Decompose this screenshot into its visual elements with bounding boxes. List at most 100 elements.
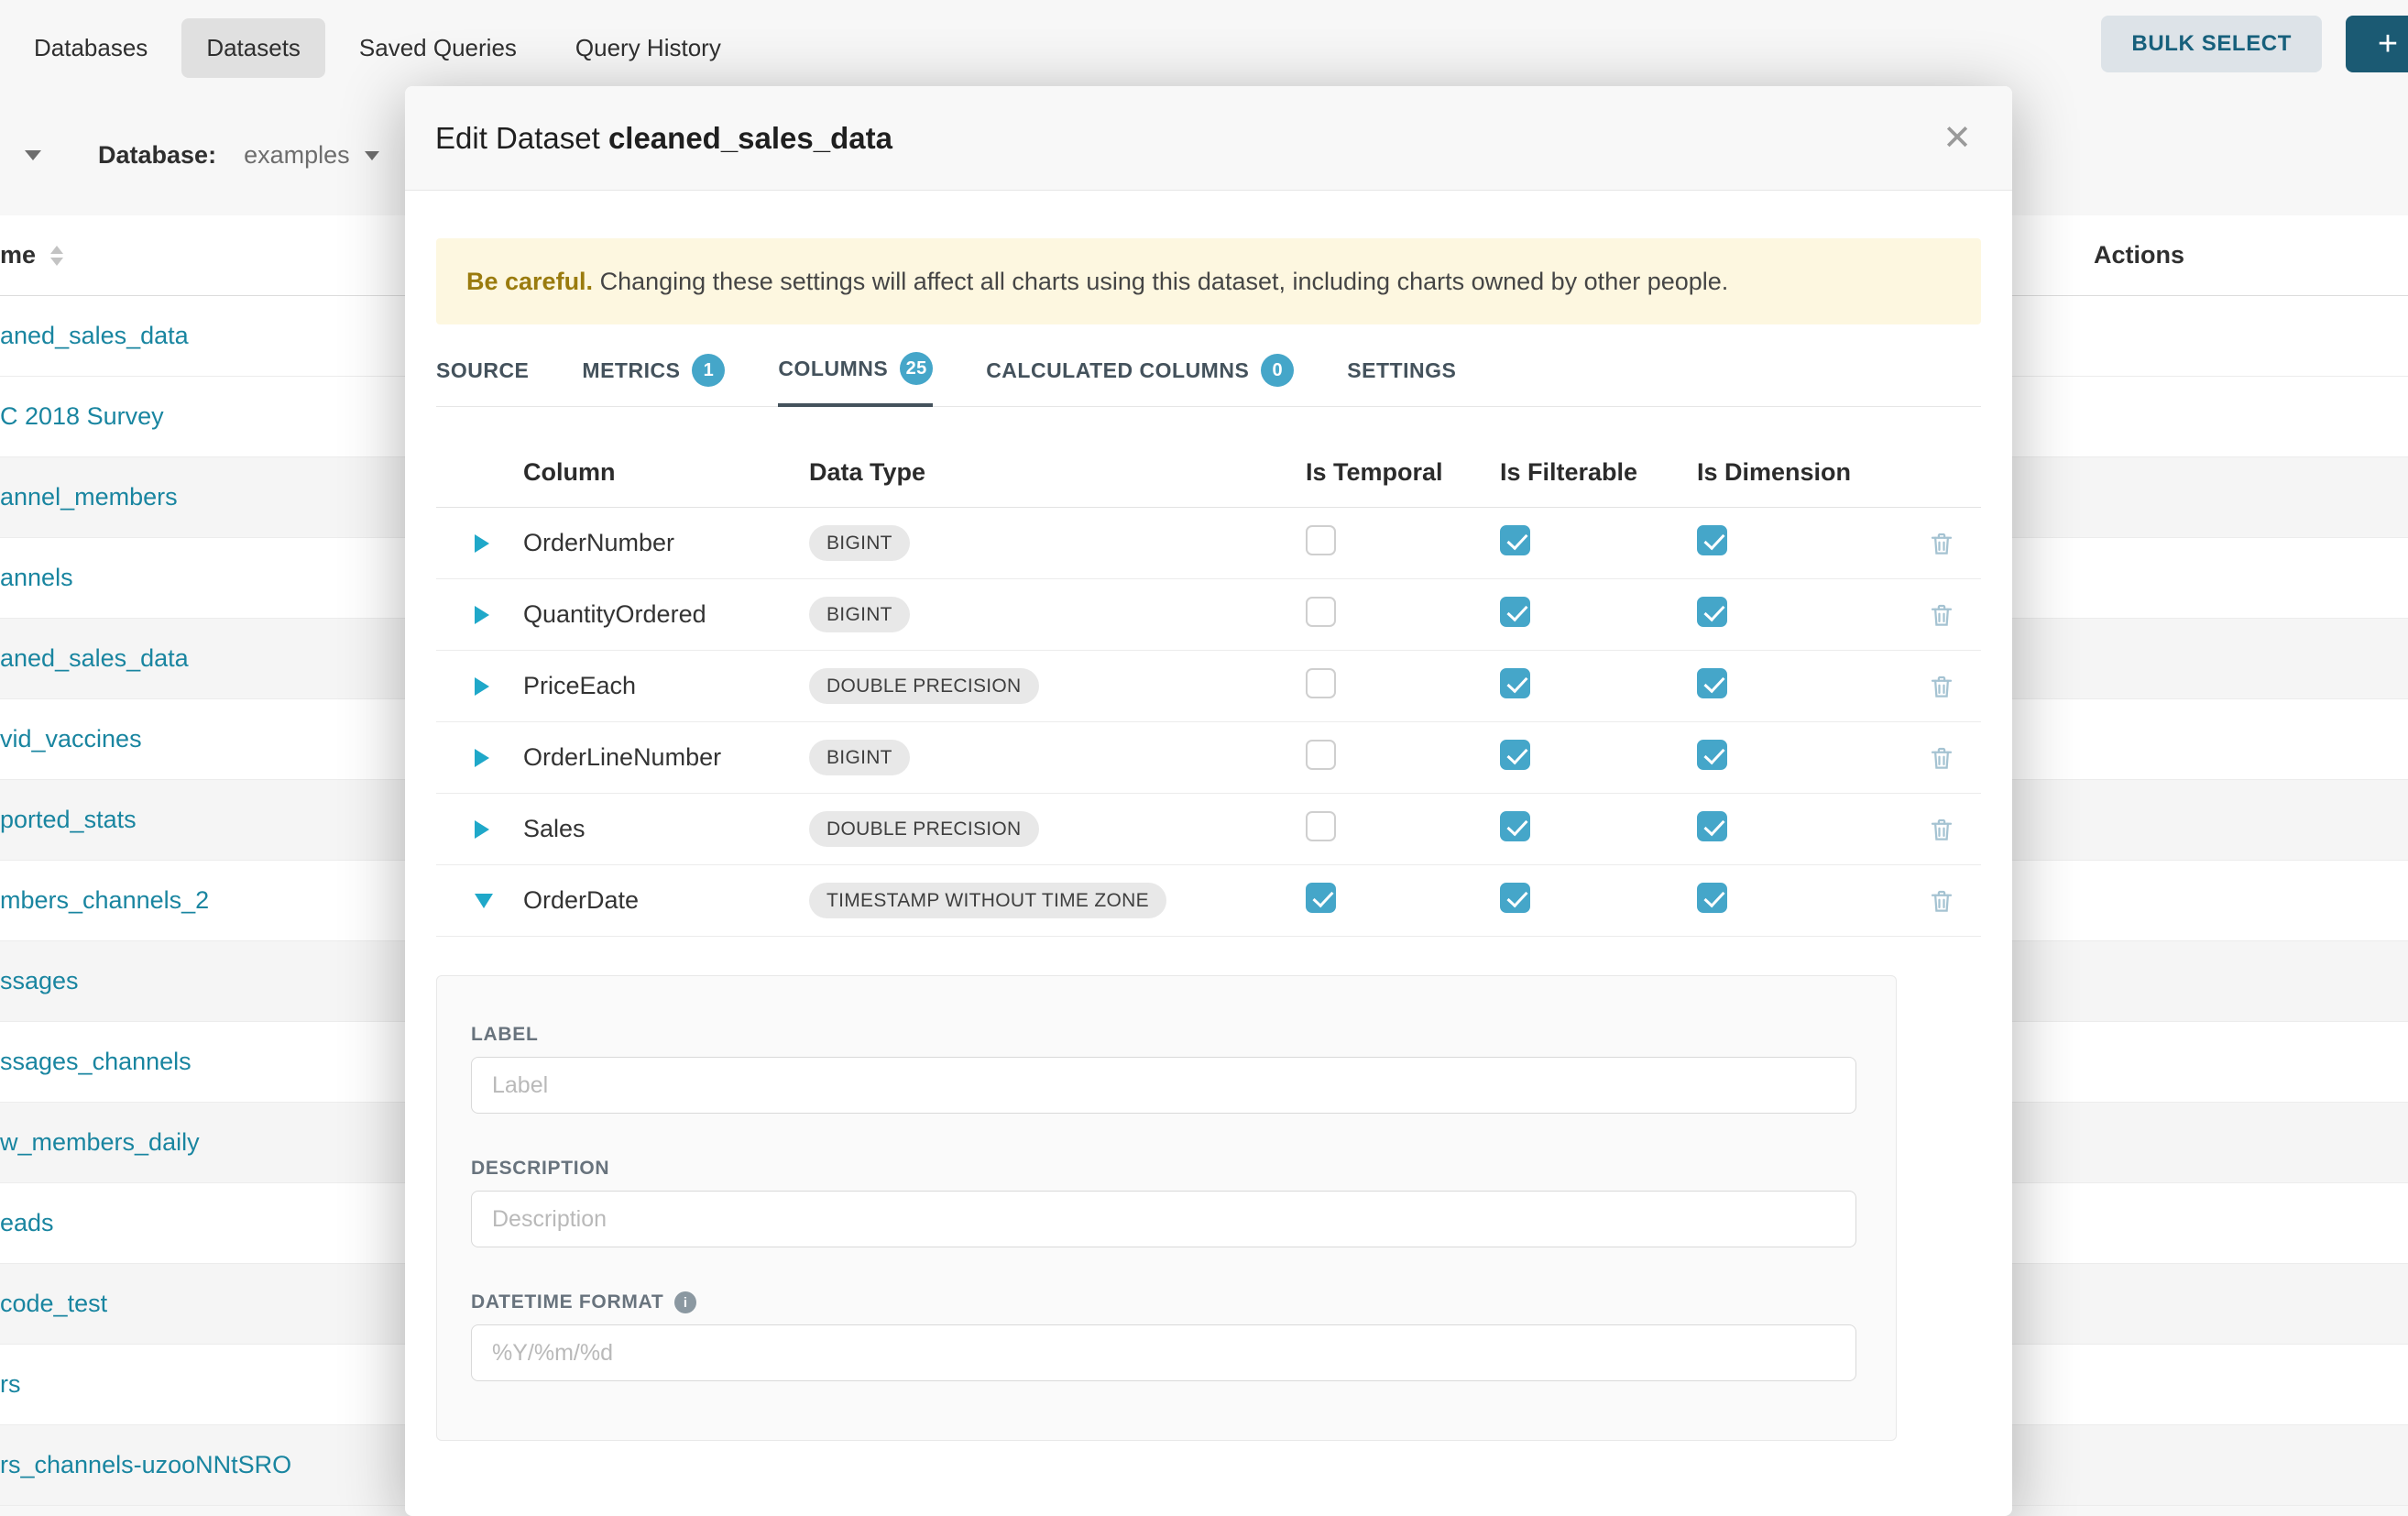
column-header: Column xyxy=(523,458,809,487)
is-dimension-checkbox[interactable] xyxy=(1697,668,1727,698)
add-dataset-button[interactable]: + xyxy=(2346,16,2408,72)
warning-banner-text: Changing these settings will affect all … xyxy=(593,268,1728,295)
is-filterable-checkbox[interactable] xyxy=(1500,883,1530,913)
nav-tab-datasets[interactable]: Datasets xyxy=(181,18,325,78)
dataset-link[interactable]: eads xyxy=(0,1209,54,1237)
is-dimension-checkbox[interactable] xyxy=(1697,525,1727,555)
is-temporal-checkbox[interactable] xyxy=(1306,668,1336,698)
modal-tabs: SOURCE METRICS 1 COLUMNS 25 CALCULATED C… xyxy=(436,352,1981,407)
is-temporal-checkbox[interactable] xyxy=(1306,740,1336,770)
nav-tab-saved-queries[interactable]: Saved Queries xyxy=(334,18,542,78)
modal-title-dataset-name: cleaned_sales_data xyxy=(608,121,892,155)
delete-icon[interactable] xyxy=(1928,673,1955,700)
dropdown-caret-icon[interactable] xyxy=(25,150,41,160)
data-type-header: Data Type xyxy=(809,458,1306,487)
nav-tab-databases[interactable]: Databases xyxy=(9,18,172,78)
label-input[interactable] xyxy=(471,1057,1856,1114)
column-row: Sales DOUBLE PRECISION xyxy=(436,794,1981,865)
expand-caret-icon[interactable] xyxy=(475,606,489,624)
expand-caret-icon[interactable] xyxy=(475,894,493,908)
modal-tab-label: COLUMNS xyxy=(778,357,888,381)
info-icon[interactable]: i xyxy=(674,1291,696,1313)
is-filterable-checkbox[interactable] xyxy=(1500,740,1530,770)
modal-tab[interactable]: SETTINGS xyxy=(1347,352,1456,407)
dataset-link[interactable]: ssages_channels xyxy=(0,1048,192,1076)
is-filterable-checkbox[interactable] xyxy=(1500,811,1530,841)
delete-icon[interactable] xyxy=(1928,887,1955,915)
close-icon[interactable]: ✕ xyxy=(1943,121,1972,156)
dataset-link[interactable]: mbers_channels_2 xyxy=(0,886,209,915)
column-name: OrderNumber xyxy=(523,529,809,557)
dataset-link[interactable]: ssages xyxy=(0,967,79,995)
top-nav: Databases Datasets Saved Queries Query H… xyxy=(0,0,2408,95)
column-row: OrderNumber BIGINT xyxy=(436,508,1981,579)
dataset-link[interactable]: vid_vaccines xyxy=(0,725,142,753)
dataset-link[interactable]: rs xyxy=(0,1370,21,1399)
dataset-link[interactable]: w_members_daily xyxy=(0,1128,200,1157)
data-type-badge: BIGINT xyxy=(809,597,910,632)
dataset-link[interactable]: annels xyxy=(0,564,73,592)
name-column-header[interactable]: me xyxy=(0,241,36,269)
modal-tab[interactable]: METRICS 1 xyxy=(582,352,725,407)
label-field-label: LABEL xyxy=(471,1024,1896,1046)
is-temporal-checkbox[interactable] xyxy=(1306,811,1336,841)
modal-header: Edit Dataset cleaned_sales_data ✕ xyxy=(405,86,2012,191)
modal-tab[interactable]: COLUMNS 25 xyxy=(778,352,933,407)
dataset-link[interactable]: annel_members xyxy=(0,483,178,511)
is-temporal-header: Is Temporal xyxy=(1306,458,1500,487)
nav-tab-query-history[interactable]: Query History xyxy=(551,18,746,78)
actions-column-header: Actions xyxy=(2094,241,2184,269)
modal-tab-count-badge: 0 xyxy=(1261,354,1294,387)
dataset-link[interactable]: aned_sales_data xyxy=(0,322,189,350)
modal-tab[interactable]: CALCULATED COLUMNS 0 xyxy=(986,352,1294,407)
expand-caret-icon[interactable] xyxy=(475,820,489,839)
modal-tab-label: SETTINGS xyxy=(1347,358,1456,383)
expand-caret-icon[interactable] xyxy=(475,677,489,696)
expand-caret-icon[interactable] xyxy=(475,749,489,767)
datetime-format-field-label: DATETIME FORMAT i xyxy=(471,1291,1896,1313)
modal-tab-count-badge: 25 xyxy=(900,352,933,385)
plus-icon: + xyxy=(2378,25,2398,64)
delete-icon[interactable] xyxy=(1928,816,1955,843)
dataset-link[interactable]: rs_channels-uzooNNtSRO xyxy=(0,1451,291,1479)
is-filterable-checkbox[interactable] xyxy=(1500,668,1530,698)
dataset-link[interactable]: code_test xyxy=(0,1290,107,1318)
columns-table-header: Column Data Type Is Temporal Is Filterab… xyxy=(436,407,1981,508)
is-dimension-checkbox[interactable] xyxy=(1697,883,1727,913)
is-filterable-checkbox[interactable] xyxy=(1500,525,1530,555)
dataset-link[interactable]: aned_sales_data xyxy=(0,644,189,673)
database-select-caret-icon[interactable] xyxy=(365,151,379,160)
dataset-link[interactable]: C 2018 Survey xyxy=(0,402,164,431)
is-filterable-checkbox[interactable] xyxy=(1500,597,1530,627)
warning-banner-bold: Be careful. xyxy=(466,268,593,295)
column-row: PriceEach DOUBLE PRECISION xyxy=(436,651,1981,722)
modal-tab[interactable]: SOURCE xyxy=(436,352,529,407)
description-input[interactable] xyxy=(471,1191,1856,1247)
delete-icon[interactable] xyxy=(1928,744,1955,772)
database-filter-value[interactable]: examples xyxy=(244,141,350,170)
delete-icon[interactable] xyxy=(1928,530,1955,557)
delete-icon[interactable] xyxy=(1928,601,1955,629)
data-type-badge: DOUBLE PRECISION xyxy=(809,668,1039,704)
is-dimension-checkbox[interactable] xyxy=(1697,740,1727,770)
column-row: OrderDate TIMESTAMP WITHOUT TIME ZONE xyxy=(436,865,1981,937)
column-name: OrderDate xyxy=(523,886,809,915)
column-name: OrderLineNumber xyxy=(523,743,809,772)
is-temporal-checkbox[interactable] xyxy=(1306,883,1336,913)
data-type-badge: BIGINT xyxy=(809,525,910,561)
is-dimension-checkbox[interactable] xyxy=(1697,811,1727,841)
is-dimension-checkbox[interactable] xyxy=(1697,597,1727,627)
warning-banner: Be careful. Changing these settings will… xyxy=(436,238,1981,324)
expand-caret-icon[interactable] xyxy=(475,534,489,553)
column-name: PriceEach xyxy=(523,672,809,700)
columns-rows: OrderNumber BIGINT QuantityOrdered BIGIN… xyxy=(436,508,1981,937)
is-temporal-checkbox[interactable] xyxy=(1306,525,1336,555)
bulk-select-button[interactable]: BULK SELECT xyxy=(2101,16,2322,72)
dataset-link[interactable]: ported_stats xyxy=(0,806,137,834)
modal-title: Edit Dataset cleaned_sales_data xyxy=(435,121,892,156)
datetime-format-input[interactable] xyxy=(471,1324,1856,1381)
column-detail-panel: LABEL DESCRIPTION DATETIME FORMAT i xyxy=(436,975,1897,1441)
sort-icon[interactable] xyxy=(50,246,63,266)
modal-tab-count-badge: 1 xyxy=(692,354,725,387)
is-temporal-checkbox[interactable] xyxy=(1306,597,1336,627)
